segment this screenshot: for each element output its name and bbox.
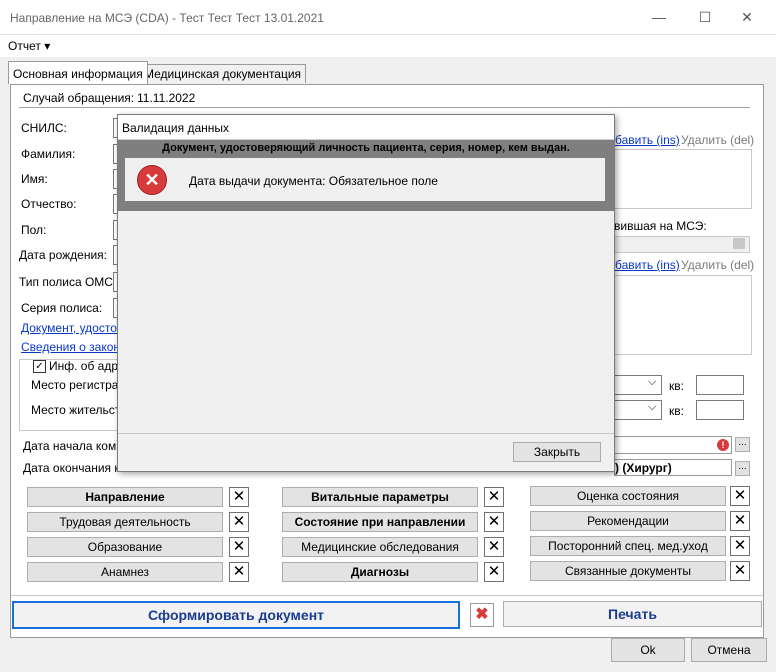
case-date: 11.11.2022 [137, 91, 196, 105]
section-exams-button[interactable]: Медицинские обследования [282, 537, 478, 557]
section-linked-docs-button[interactable]: Связанные документы [530, 561, 726, 581]
tab-main-info[interactable]: Основная информация [8, 61, 148, 84]
divider [11, 595, 763, 596]
close-icon[interactable]: ✕ [730, 486, 750, 506]
add-ins-link-1[interactable]: бавить (ins) [615, 133, 680, 147]
section-education-button[interactable]: Образование [27, 537, 223, 557]
dialog-close-button[interactable]: Закрыть [513, 442, 601, 462]
dialog-message-box: ✕ Дата выдачи документа: Обязательное по… [125, 158, 605, 201]
list-box-1[interactable] [614, 149, 752, 209]
name-label: Имя: [21, 172, 48, 186]
dialog-message-frame: ✕ Дата выдачи документа: Обязательное по… [118, 156, 614, 211]
print-button[interactable]: Печать [503, 601, 762, 627]
address-checkbox[interactable]: ✓ [33, 360, 46, 373]
ok-button[interactable]: Ok [611, 638, 685, 662]
patronymic-label: Отчество: [21, 197, 77, 211]
divider [19, 107, 750, 108]
error-icon: ✕ [137, 165, 167, 195]
sex-label: Пол: [21, 223, 47, 237]
close-icon[interactable]: ✕ [229, 537, 249, 557]
birth-date-label: Дата рождения: [19, 248, 107, 262]
section-vitals-button[interactable]: Витальные параметры [282, 487, 478, 507]
generate-document-button[interactable]: Сформировать документ [12, 601, 460, 629]
section-anamnesis-button[interactable]: Анамнез [27, 562, 223, 582]
window-title: Направление на МСЭ (CDA) - Тест Тест Тес… [10, 11, 324, 25]
section-diagnoses-button[interactable]: Диагнозы [282, 562, 478, 582]
ellipsis-button[interactable]: ... [735, 461, 750, 476]
section-condition-button[interactable]: Состояние при направлении [282, 512, 478, 532]
close-icon[interactable]: ✕ [484, 487, 504, 507]
mse-field[interactable] [614, 236, 750, 253]
list-box-2[interactable] [614, 275, 752, 355]
delete-link-1[interactable]: Удалить (del) [681, 133, 754, 147]
tab-medical-docs[interactable]: Медицинская документация [139, 64, 307, 83]
case-label: Случай обращения: [23, 91, 135, 105]
address-check-label: Инф. об адре [49, 359, 125, 373]
live-apt-label: кв: [669, 404, 684, 418]
chevron-down-icon[interactable]: ⌵ [648, 376, 656, 389]
snils-label: СНИЛС: [21, 121, 67, 135]
section-assessment-button[interactable]: Оценка состояния [530, 486, 726, 506]
section-care-button[interactable]: Посторонний спец. мед.уход [530, 536, 726, 556]
chevron-down-icon[interactable]: ⌵ [648, 401, 656, 414]
live-place-label: Место жительст [31, 403, 121, 417]
reg-apt-input[interactable] [696, 375, 744, 395]
policy-type-label: Тип полиса ОМС: [19, 275, 117, 289]
dialog-header: Документ, удостоверяющий личность пациен… [118, 140, 614, 156]
close-icon[interactable]: ✕ [484, 537, 504, 557]
close-icon[interactable]: ✕ [484, 562, 504, 582]
close-icon[interactable]: ✕ [730, 561, 750, 581]
close-icon[interactable]: ✕ [730, 511, 750, 531]
menu-bar: Отчет ▾ [0, 35, 776, 57]
validation-dialog: Валидация данных Документ, удостоверяющи… [117, 114, 615, 472]
section-direction-button[interactable]: Направление [27, 487, 223, 507]
ellipsis-button[interactable]: ... [735, 437, 750, 452]
policy-series-label: Серия полиса: [21, 301, 103, 315]
legal-rep-link[interactable]: Сведения о законн [21, 340, 127, 354]
maximize-button[interactable]: ☐ [682, 0, 728, 34]
section-recommendations-button[interactable]: Рекомендации [530, 511, 726, 531]
add-ins-link-2[interactable]: бавить (ins) [615, 258, 680, 272]
section-work-button[interactable]: Трудовая деятельность [27, 512, 223, 532]
mse-label: вившая на МСЭ: [614, 219, 707, 233]
commission-start-label: Дата начала коми [23, 439, 123, 453]
reg-apt-label: кв: [669, 379, 684, 393]
commission-end-label: Дата окончания ко [23, 461, 127, 475]
cancel-button[interactable]: Отмена [691, 638, 767, 662]
surname-label: Фамилия: [21, 147, 76, 161]
tab-bar: Основная информация Медицинская документ… [0, 58, 776, 84]
close-icon[interactable]: ✕ [229, 487, 249, 507]
title-bar: Направление на МСЭ (CDA) - Тест Тест Тес… [0, 0, 776, 35]
mse-field-button-icon[interactable] [733, 238, 745, 249]
dialog-title: Валидация данных [122, 121, 230, 135]
document-link[interactable]: Документ, удостов [21, 321, 123, 335]
reg-place-label: Место регистрац [31, 378, 126, 392]
delete-link-2[interactable]: Удалить (del) [681, 258, 754, 272]
commission-chair-field[interactable] [614, 436, 732, 454]
error-icon: ! [717, 439, 729, 451]
live-apt-input[interactable] [696, 400, 744, 420]
dialog-message: Дата выдачи документа: Обязательное поле [189, 174, 438, 188]
menu-report[interactable]: Отчет ▾ [8, 39, 50, 53]
close-icon[interactable]: ✕ [229, 512, 249, 532]
close-icon[interactable]: ✕ [730, 536, 750, 556]
surgeon-field[interactable]: ) (Хирург) [614, 459, 732, 476]
close-icon[interactable]: ✕ [229, 562, 249, 582]
delete-document-icon[interactable]: ✖ [470, 603, 494, 627]
close-window-button[interactable]: ✕ [724, 0, 770, 34]
close-icon[interactable]: ✕ [484, 512, 504, 532]
minimize-button[interactable]: — [636, 0, 682, 34]
surgeon-value: ) (Хирург) [615, 461, 672, 475]
divider [118, 433, 614, 434]
dialog-title-bar: Валидация данных [118, 115, 614, 140]
